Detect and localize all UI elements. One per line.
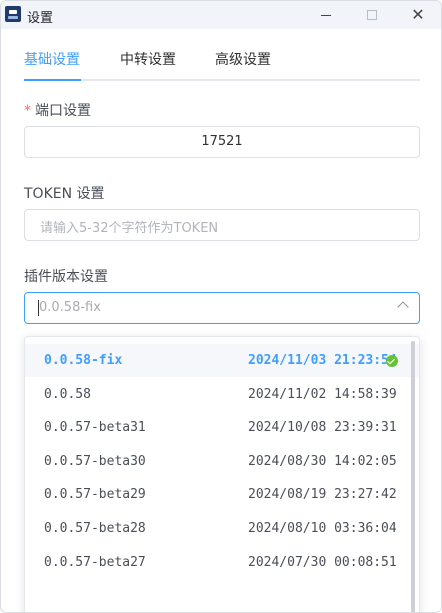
version-name: 0.0.57-beta27 [44, 555, 146, 570]
version-name: 0.0.57-beta29 [44, 487, 146, 502]
dropdown-scrollbar[interactable] [411, 341, 415, 612]
version-name: 0.0.58-fix [44, 353, 123, 368]
tab-basic-settings[interactable]: 基础设置 [24, 49, 80, 69]
version-datetime: 2024/11/02 14:58:39 [248, 387, 397, 402]
required-mark: * [24, 103, 31, 119]
version-option[interactable]: 0.0.58-fix 2024/11/03 21:23:54 [25, 344, 419, 377]
settings-tabs: 基础设置 中转设置 高级设置 [24, 49, 420, 81]
version-datetime: 2024/10/08 23:39:31 [248, 420, 397, 435]
title-bar[interactable]: 设置 ✕ [1, 1, 441, 29]
version-option[interactable]: 0.0.58 2024/11/02 14:58:39 [25, 378, 419, 411]
token-label: TOKEN 设置 [24, 186, 105, 202]
version-datetime: 2024/08/30 14:02:05 [248, 454, 397, 469]
app-icon [5, 6, 21, 22]
tab-advanced-settings[interactable]: 高级设置 [215, 49, 271, 69]
version-option[interactable]: 0.0.57-beta29 2024/08/19 23:27:42 [25, 478, 419, 511]
version-option[interactable]: 0.0.57-beta31 2024/10/08 23:39:31 [25, 411, 419, 444]
token-placeholder: 请输入5-32个字符作为TOKEN [40, 221, 219, 236]
window-title: 设置 [27, 11, 54, 26]
plugin-version-dropdown: 0.0.58-fix 2024/11/03 21:23:54 0.0.58 20… [24, 336, 420, 612]
token-input[interactable]: 请输入5-32个字符作为TOKEN [24, 209, 420, 241]
version-option[interactable]: 0.0.57-beta27 2024/07/30 00:08:51 [25, 546, 419, 579]
text-caret [38, 300, 39, 316]
version-option[interactable]: 0.0.57-beta28 2024/08/10 03:36:04 [25, 512, 419, 545]
port-input[interactable]: 17521 [24, 126, 420, 158]
minimize-icon [321, 14, 331, 16]
version-datetime: 2024/08/19 23:27:42 [248, 487, 397, 502]
version-name: 0.0.58 [44, 387, 91, 402]
plugin-version-select[interactable]: 0.0.58-fix [24, 292, 420, 324]
chevron-up-icon[interactable] [397, 301, 409, 313]
port-label-text: 端口设置 [35, 103, 91, 119]
settings-window: 设置 ✕ 基础设置 中转设置 高级设置 * 端口设置 17521 TOKEN 设置… [0, 0, 442, 613]
port-value: 17521 [201, 134, 243, 149]
version-datetime: 2024/07/30 00:08:51 [248, 555, 397, 570]
version-datetime: 2024/08/10 03:36:04 [248, 521, 397, 536]
active-tab-indicator [24, 79, 81, 81]
close-button[interactable]: ✕ [395, 1, 441, 29]
version-option[interactable]: 0.0.57-beta30 2024/08/30 14:02:05 [25, 445, 419, 478]
plugin-version-placeholder: 0.0.58-fix [39, 300, 101, 315]
plugin-version-label: 插件版本设置 [24, 269, 108, 285]
maximize-button [349, 1, 395, 29]
port-label: * 端口设置 [24, 100, 91, 120]
version-name: 0.0.57-beta31 [44, 420, 146, 435]
close-icon: ✕ [411, 5, 425, 24]
maximize-icon [367, 10, 377, 20]
version-name: 0.0.57-beta30 [44, 454, 146, 469]
version-name: 0.0.57-beta28 [44, 521, 146, 536]
tab-relay-settings[interactable]: 中转设置 [120, 49, 176, 69]
check-circle-icon [386, 355, 398, 367]
minimize-button[interactable] [303, 1, 349, 29]
version-datetime: 2024/11/03 21:23:54 [248, 353, 397, 368]
